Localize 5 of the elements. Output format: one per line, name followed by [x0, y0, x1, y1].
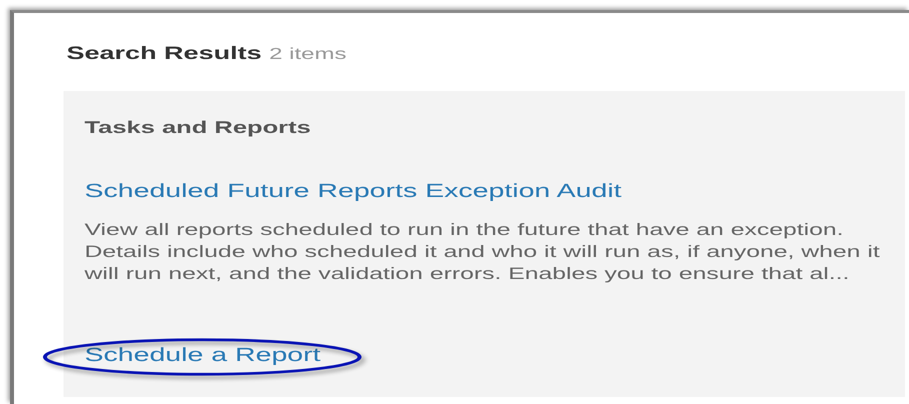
result-description: View all reports scheduled to run in the future that have an exception. Details include who scheduled it and who it will run as, if anyone, when it will run next, and the validation errors. Enables you to ensure that al...	[84, 220, 881, 285]
section-title: Tasks and Reports	[84, 118, 312, 138]
page-title: Search Results	[66, 43, 262, 64]
result-link[interactable]: Scheduled Future Reports Exception Audit	[84, 181, 622, 202]
item-count: 2 items	[269, 46, 346, 64]
